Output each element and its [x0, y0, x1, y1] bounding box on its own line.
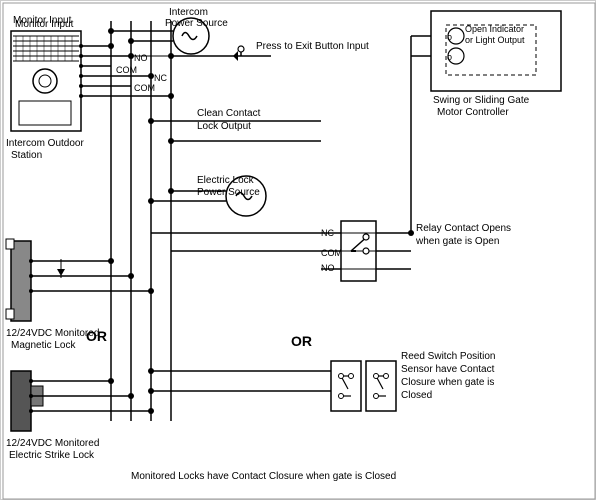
svg-text:Intercom: Intercom [169, 7, 208, 18]
svg-text:Power Source: Power Source [197, 187, 260, 198]
svg-text:Lock Output: Lock Output [197, 121, 251, 132]
svg-text:Electric Lock: Electric Lock [197, 175, 255, 186]
svg-text:Closed: Closed [401, 390, 432, 401]
svg-text:12/24VDC Monitored: 12/24VDC Monitored [6, 438, 99, 449]
svg-text:Monitored Locks have Contact C: Monitored Locks have Contact Closure whe… [131, 471, 396, 482]
svg-text:Power Source: Power Source [165, 18, 228, 29]
svg-text:Monitor Input: Monitor Input [13, 15, 72, 26]
svg-text:NO: NO [134, 53, 148, 63]
svg-text:Station: Station [11, 150, 42, 161]
svg-text:or Light Output: or Light Output [465, 35, 525, 45]
svg-text:NC: NC [154, 73, 167, 83]
svg-text:OR: OR [291, 333, 312, 349]
svg-text:o: o [447, 52, 452, 62]
svg-text:COM: COM [321, 248, 342, 258]
svg-text:Press to Exit Button Input: Press to Exit Button Input [256, 41, 369, 52]
svg-text:COM: COM [116, 65, 137, 75]
svg-text:12/24VDC Monitored: 12/24VDC Monitored [6, 328, 99, 339]
svg-text:when gate is Open: when gate is Open [415, 236, 499, 247]
svg-text:Electric Strike Lock: Electric Strike Lock [9, 450, 95, 461]
svg-text:Relay Contact Opens: Relay Contact Opens [416, 223, 511, 234]
svg-text:Motor Controller: Motor Controller [437, 107, 509, 118]
svg-text:NO: NO [321, 263, 335, 273]
svg-text:COM: COM [134, 83, 155, 93]
svg-text:Clean Contact: Clean Contact [197, 108, 261, 119]
svg-text:Magnetic Lock: Magnetic Lock [11, 340, 76, 351]
svg-text:Sensor have Contact: Sensor have Contact [401, 364, 495, 375]
svg-text:Swing or Sliding Gate: Swing or Sliding Gate [433, 95, 530, 106]
svg-text:Open Indicator: Open Indicator [465, 24, 524, 34]
svg-text:o: o [447, 32, 452, 42]
svg-text:Reed Switch Position: Reed Switch Position [401, 351, 496, 362]
wiring-diagram: Monitor Input [0, 0, 596, 500]
svg-text:Intercom Outdoor: Intercom Outdoor [6, 138, 84, 149]
svg-text:Closure when gate is: Closure when gate is [401, 377, 494, 388]
